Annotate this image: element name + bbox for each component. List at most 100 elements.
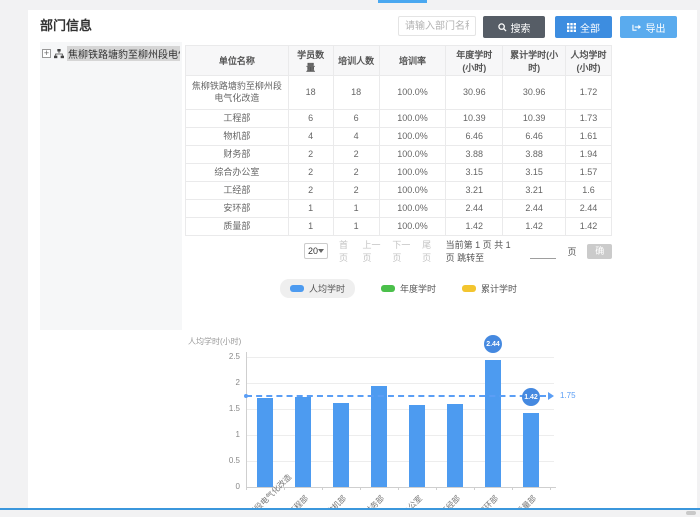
tree-node[interactable]: + 焦柳铁路塘豹至柳州段电气化改造	[40, 42, 182, 65]
x-axis-tick	[550, 487, 551, 490]
table-cell: 工经部	[186, 182, 289, 200]
bar	[371, 386, 387, 487]
legend-item[interactable]: 累计学时	[462, 279, 517, 298]
x-axis-tick	[474, 487, 475, 490]
search-icon	[498, 23, 507, 32]
gridline	[246, 461, 554, 462]
search-button-label: 搜索	[511, 20, 531, 35]
table-cell: 4	[334, 128, 380, 146]
legend-label: 年度学时	[400, 282, 436, 295]
x-axis-tick	[512, 487, 513, 490]
page: 部门信息 搜索 全部 导出 + 焦柳铁路塘豹至柳州段电气化改造 单位名称学员数量…	[0, 0, 700, 517]
pagination-prev[interactable]: 上一页	[363, 238, 382, 264]
table-cell: 1.42	[566, 218, 612, 236]
bar	[333, 403, 349, 487]
table-cell: 1.94	[566, 146, 612, 164]
table-cell: 1	[289, 200, 334, 218]
all-button[interactable]: 全部	[555, 16, 612, 38]
org-chart-icon	[54, 49, 64, 59]
page-size-value: 20	[308, 246, 318, 256]
table-row: 安环部11100.0%2.442.442.44	[186, 200, 612, 218]
table-cell: 100.0%	[380, 146, 447, 164]
y-tick-label: 2.5	[210, 352, 240, 361]
legend-item[interactable]: 年度学时	[381, 279, 436, 298]
table-row: 焦柳铁路塘豹至柳州段电气化改造1818100.0%30.9630.961.72	[186, 76, 612, 110]
export-button-label: 导出	[646, 20, 666, 35]
table-cell: 综合办公室	[186, 164, 289, 182]
export-button[interactable]: 导出	[620, 16, 677, 38]
x-axis-tick	[246, 487, 247, 490]
x-axis-label: 工经部	[391, 493, 462, 508]
table-cell: 100.0%	[380, 110, 447, 128]
page-unit-label: 页	[567, 245, 576, 258]
table-cell: 1.42	[446, 218, 503, 236]
table-cell: 3.21	[446, 182, 503, 200]
marker-balloon: 1.42	[522, 388, 540, 406]
legend-swatch	[462, 285, 476, 292]
table-cell: 2	[289, 146, 334, 164]
scrollbar-thumb[interactable]	[686, 511, 696, 515]
marker-balloon: 2.44	[484, 335, 502, 353]
x-axis-label: 财务部	[315, 493, 386, 508]
top-loading-bar	[378, 0, 427, 3]
table-cell: 10.39	[446, 110, 503, 128]
bar	[447, 404, 463, 487]
table-header-cell: 学员数量	[289, 46, 334, 76]
table-cell: 3.15	[503, 164, 566, 182]
bar	[409, 405, 425, 487]
table-cell: 100.0%	[380, 182, 447, 200]
table-cell: 6	[334, 110, 380, 128]
x-axis-label: 焦柳铁路塘豹至柳州段电气化改造	[201, 493, 272, 508]
search-button[interactable]: 搜索	[483, 16, 545, 38]
tree-node-label[interactable]: 焦柳铁路塘豹至柳州段电气化改造	[67, 46, 180, 61]
legend-swatch	[381, 285, 395, 292]
search-input[interactable]	[398, 16, 476, 36]
table-cell: 1.42	[503, 218, 566, 236]
table-cell: 焦柳铁路塘豹至柳州段电气化改造	[186, 76, 289, 110]
x-axis-label: 质量部	[467, 493, 538, 508]
table-cell: 6.46	[503, 128, 566, 146]
y-axis-label: 人均学时(小时)	[188, 336, 241, 347]
table-cell: 2.44	[566, 200, 612, 218]
pagination-info: 当前第 1 页 共 1 页 跳转至	[446, 238, 520, 264]
bottom-divider	[0, 508, 700, 510]
tree-expand-icon[interactable]: +	[42, 49, 51, 58]
x-axis-tick	[322, 487, 323, 490]
bar	[257, 398, 273, 487]
legend-label: 人均学时	[309, 282, 345, 295]
average-line-label: 1.75	[560, 391, 576, 400]
table-cell: 1.6	[566, 182, 612, 200]
legend-item[interactable]: 人均学时	[280, 279, 355, 298]
x-axis-tick	[398, 487, 399, 490]
table-cell: 3.88	[446, 146, 503, 164]
y-tick-label: 0	[210, 482, 240, 491]
pagination-last[interactable]: 尾页	[422, 238, 435, 264]
table-cell: 2.44	[446, 200, 503, 218]
table-cell: 1.73	[566, 110, 612, 128]
table-cell: 物机部	[186, 128, 289, 146]
gridline	[246, 409, 554, 410]
table-cell: 100.0%	[380, 200, 447, 218]
grid-icon	[567, 23, 576, 32]
table-header-cell: 累计学时(小时)	[503, 46, 566, 76]
table-cell: 安环部	[186, 200, 289, 218]
table-cell: 100.0%	[380, 128, 447, 146]
table-cell: 10.39	[503, 110, 566, 128]
average-line-dot	[244, 394, 248, 398]
bar	[485, 360, 501, 487]
page-title: 部门信息	[40, 15, 92, 34]
pagination-first[interactable]: 首页	[339, 238, 352, 264]
y-tick-label: 2	[210, 378, 240, 387]
x-axis-label: 安环部	[429, 493, 500, 508]
page-size-select[interactable]: 20	[304, 243, 328, 259]
table-cell: 1	[334, 200, 380, 218]
pagination-next[interactable]: 下一页	[392, 238, 411, 264]
table-header-cell: 年度学时(小时)	[446, 46, 503, 76]
legend-swatch	[290, 285, 304, 292]
table-cell: 工程部	[186, 110, 289, 128]
table-cell: 30.96	[503, 76, 566, 110]
table-cell: 6.46	[446, 128, 503, 146]
confirm-button[interactable]: 确定	[587, 244, 612, 259]
page-jump-input[interactable]	[530, 244, 556, 259]
pagination: 20 首页 上一页 下一页 尾页 当前第 1 页 共 1 页 跳转至 页 确定	[185, 241, 612, 261]
